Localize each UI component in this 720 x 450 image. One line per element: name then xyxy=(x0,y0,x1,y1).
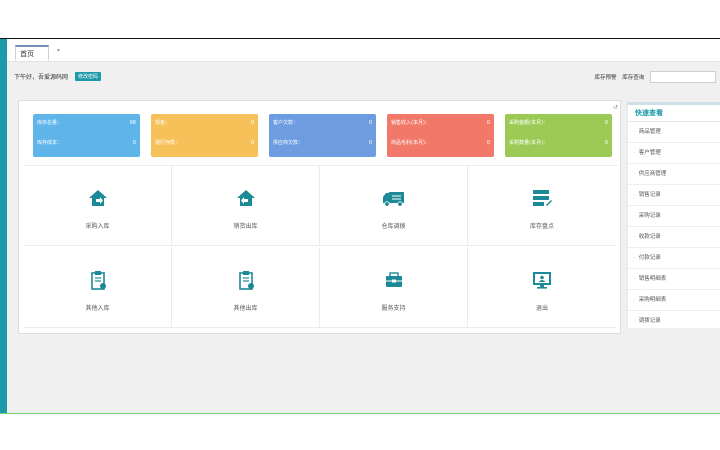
action-label: 退出 xyxy=(535,305,548,312)
stat-label: 现金： xyxy=(155,120,171,126)
stat-value: 0 xyxy=(486,140,490,146)
action-grid: 采购入库 销货出库 仓库调拨 库存盘点 其他入库 其他出库 服务支持 退出 xyxy=(24,165,618,330)
quick-link-label: 收款记录 xyxy=(638,234,661,240)
stat-value: 0 xyxy=(368,140,372,146)
stat-value: 0 xyxy=(604,120,608,126)
welcome-bar: 下午好，吾爱源码网 修改密码 xyxy=(14,72,101,81)
action-inventory-check[interactable]: 库存盘点 xyxy=(468,166,616,246)
stock-query-label: 库存查询 xyxy=(622,75,645,81)
stat-label: 客户欠款： xyxy=(273,120,299,126)
stat-card-inventory: 库存总量： 98 库存成本： 0 xyxy=(33,114,140,157)
bullet-icon: · xyxy=(634,129,636,135)
bullet-icon: · xyxy=(634,297,636,303)
stat-value: 0 xyxy=(368,120,372,126)
action-label: 其他入库 xyxy=(85,305,110,312)
stat-label: 库存总量： xyxy=(37,120,63,126)
monitor-icon xyxy=(468,270,616,290)
tab-home[interactable]: 首页 xyxy=(15,45,49,61)
stock-query-input[interactable] xyxy=(650,71,716,83)
tab-dropdown-icon[interactable]: ▾ xyxy=(57,47,60,54)
action-label: 服务支持 xyxy=(381,305,406,312)
action-label: 采购入库 xyxy=(85,223,110,230)
left-sidebar-strip xyxy=(0,39,7,413)
action-label: 库存盘点 xyxy=(529,223,554,230)
stat-label: 银行存款： xyxy=(155,140,181,146)
quick-link-label: 销售明细表 xyxy=(638,276,667,282)
stat-card-debts: 客户欠款： 0 供应商欠款： 0 xyxy=(269,114,376,157)
quick-link-label: 销售记录 xyxy=(638,192,661,198)
tab-bar: 首页 ▾ xyxy=(7,39,720,62)
clipboard-out-icon xyxy=(172,270,319,290)
quick-view-title: 快速查看 xyxy=(628,105,720,122)
action-warehouse-transfer[interactable]: 仓库调拨 xyxy=(320,166,468,246)
action-other-out[interactable]: 其他出库 xyxy=(172,248,320,328)
quick-link-suppliers[interactable]: · 供应商管理 xyxy=(628,164,720,185)
stat-label: 销售收入(本月)： xyxy=(391,120,430,126)
quick-view-panel: 快速查看 · 商品管理 · 客户管理 · 供应商管理 · 销售记录 · 采购记录 · 收款记… xyxy=(627,102,720,332)
quick-link-label: 采购记录 xyxy=(638,213,661,219)
quick-link-label: 调拨记录 xyxy=(638,318,661,324)
action-exit[interactable]: 退出 xyxy=(468,248,616,328)
stock-warning-link[interactable]: 库存预警 xyxy=(594,73,616,81)
stat-card-sales: 销售收入(本月)： 0 商品毛利(本月)： 0 xyxy=(387,114,494,157)
stat-label: 库存成本： xyxy=(37,140,63,146)
action-label: 仓库调拨 xyxy=(381,223,406,230)
action-label: 销货出库 xyxy=(233,223,258,230)
action-purchase-in[interactable]: 采购入库 xyxy=(24,166,172,246)
quick-link-purchase-records[interactable]: · 采购记录 xyxy=(628,206,720,227)
stat-value: 0 xyxy=(250,140,254,146)
stat-value: 98 xyxy=(129,120,136,126)
quick-link-sales-records[interactable]: · 销售记录 xyxy=(628,185,720,206)
inventory-icon xyxy=(468,188,616,208)
stat-label: 商品毛利(本月)： xyxy=(391,140,430,146)
stat-value: 0 xyxy=(486,120,490,126)
stat-value: 0 xyxy=(604,140,608,146)
bullet-icon: · xyxy=(634,213,636,219)
stat-label: 采购数量(本月)： xyxy=(509,140,548,146)
dashboard-panel: ↺ 库存总量： 98 库存成本： 0 现金： 0 银行存款： 0 客户欠款： 0 供应商欠… xyxy=(18,100,621,334)
quick-link-sales-detail[interactable]: · 销售明细表 xyxy=(628,269,720,290)
quick-link-transfer-records[interactable]: · 调拨记录 xyxy=(628,311,720,332)
bullet-icon: · xyxy=(634,318,636,324)
change-password-button[interactable]: 修改密码 xyxy=(74,72,101,81)
bullet-icon: · xyxy=(634,234,636,240)
stat-card-purchases: 采购金额(本月)： 0 采购数量(本月)： 0 xyxy=(505,114,612,157)
app-window: 首页 ▾ 下午好，吾爱源码网 修改密码 库存预警 库存查询 ↺ 库存总量： 98 … xyxy=(0,38,720,414)
house-in-icon xyxy=(24,188,171,208)
action-label: 其他出库 xyxy=(233,305,258,312)
stat-value: 0 xyxy=(250,120,254,126)
action-sales-out[interactable]: 销货出库 xyxy=(172,166,320,246)
quick-link-label: 商品管理 xyxy=(638,129,661,135)
quick-link-label: 付款记录 xyxy=(638,255,661,261)
stock-tools: 库存预警 库存查询 xyxy=(594,71,720,83)
quick-link-products[interactable]: · 商品管理 xyxy=(628,122,720,143)
bullet-icon: · xyxy=(634,192,636,198)
bullet-icon: · xyxy=(634,276,636,282)
refresh-icon[interactable]: ↺ xyxy=(613,104,618,111)
action-other-in[interactable]: 其他入库 xyxy=(24,248,172,328)
truck-icon xyxy=(320,188,467,208)
quick-link-customers[interactable]: · 客户管理 xyxy=(628,143,720,164)
stat-label: 供应商欠款： xyxy=(273,140,304,146)
house-out-icon xyxy=(172,188,319,208)
quick-link-label: 采购明细表 xyxy=(638,297,667,303)
bullet-icon: · xyxy=(634,255,636,261)
quick-link-purchase-detail[interactable]: · 采购明细表 xyxy=(628,290,720,311)
quick-link-label: 客户管理 xyxy=(638,150,661,156)
bullet-icon: · xyxy=(634,150,636,156)
stat-label: 采购金额(本月)： xyxy=(509,120,548,126)
quick-link-label: 供应商管理 xyxy=(638,171,667,177)
service-icon xyxy=(320,270,467,290)
action-service-support[interactable]: 服务支持 xyxy=(320,248,468,328)
stat-value: 0 xyxy=(132,140,136,146)
quick-link-receipt-records[interactable]: · 收款记录 xyxy=(628,227,720,248)
clipboard-in-icon xyxy=(24,270,171,290)
quick-link-payment-records[interactable]: · 付款记录 xyxy=(628,248,720,269)
bullet-icon: · xyxy=(634,171,636,177)
stat-card-cash: 现金： 0 银行存款： 0 xyxy=(151,114,258,157)
greeting-text: 下午好，吾爱源码网 xyxy=(14,74,69,81)
